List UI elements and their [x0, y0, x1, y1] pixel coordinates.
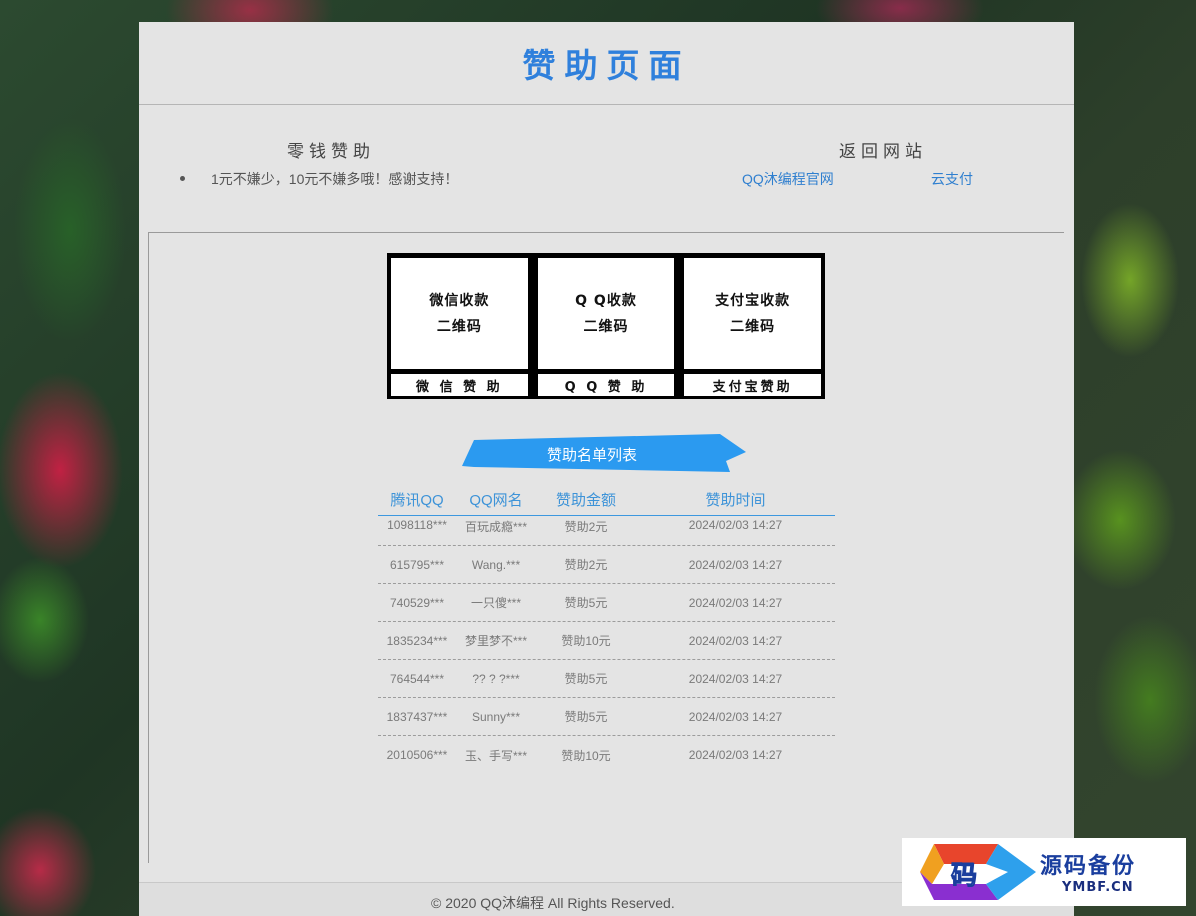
cell-nickname: 梦里梦不*** — [464, 634, 527, 648]
header-nickname: QQ网名 — [469, 491, 523, 509]
change-sponsor-title: 零钱赞助 — [287, 142, 375, 162]
qr-caption: 二维码 — [583, 318, 629, 335]
return-site-title: 返回网站 — [839, 142, 927, 162]
qr-caption: 微信收款 — [429, 292, 490, 309]
table-row: 1837437*** Sunny*** 赞助5元 2024/02/03 14:2… — [378, 698, 835, 736]
sponsor-page: 赞助页面 零钱赞助 1元不嫌少，10元不嫌多哦！感谢支持！ 返回网站 QQ沐编程… — [139, 22, 1074, 916]
qr-code-strip: 微信收款 二维码 微 信 赞 助 Q Q收款 二维码 Q Q 赞 助 支付宝收款… — [387, 253, 825, 399]
cell-time: 2024/02/03 14:27 — [688, 595, 783, 610]
cell-qq: 764544*** — [389, 671, 445, 686]
qq-qr-code: Q Q收款 二维码 — [537, 258, 675, 369]
cell-nickname: Wang.*** — [471, 557, 521, 572]
alipay-qr-card: 支付宝收款 二维码 支付宝赞助 — [684, 258, 822, 399]
logo-char: 码 — [951, 861, 977, 891]
table-row: 1098118*** 百玩成瘾*** 赞助2元 2024/02/03 14:27 — [378, 516, 835, 546]
table-row: 1835234*** 梦里梦不*** 赞助10元 2024/02/03 14:2… — [378, 622, 835, 660]
sponsor-table: 腾讯QQ QQ网名 赞助金额 赞助时间 1098118*** 百玩成瘾*** 赞… — [378, 483, 835, 774]
bullet-icon — [180, 176, 185, 181]
alipay-qr-code: 支付宝收款 二维码 — [684, 258, 822, 369]
cell-amount: 赞助2元 — [564, 520, 608, 534]
cell-amount: 赞助10元 — [561, 748, 611, 763]
cell-qq: 740529*** — [389, 595, 445, 610]
watermark-subtitle: YMBF.CN — [1062, 880, 1134, 895]
cell-amount: 赞助5元 — [564, 672, 608, 686]
qr-caption: 支付宝收款 — [715, 292, 791, 309]
qr-caption: 二维码 — [436, 318, 482, 335]
qq-sponsor-label: Q Q 赞 助 — [537, 374, 675, 396]
cell-qq: 1837437*** — [386, 709, 448, 724]
watermark-title: 源码备份 — [1040, 853, 1137, 879]
cell-amount: 赞助2元 — [564, 558, 608, 572]
alipay-sponsor-label: 支付宝赞助 — [684, 374, 822, 396]
table-row: 2010506*** 玉、手写*** 赞助10元 2024/02/03 14:2… — [378, 736, 835, 774]
cell-qq: 615795*** — [389, 557, 445, 572]
cell-qq: 1098118*** — [387, 518, 447, 532]
watermark-badge: 码 源码备份 YMBF.CN — [902, 838, 1186, 906]
info-section: 零钱赞助 1元不嫌少，10元不嫌多哦！感谢支持！ 返回网站 QQ沐编程官网 云支… — [139, 105, 1074, 232]
page-title: 赞助页面 — [522, 46, 691, 85]
cell-qq: 2010506*** — [386, 748, 448, 762]
cell-qq: 1835234*** — [386, 633, 448, 648]
wechat-sponsor-label: 微 信 赞 助 — [391, 374, 528, 396]
sponsor-panel: 微信收款 二维码 微 信 赞 助 Q Q收款 二维码 Q Q 赞 助 支付宝收款… — [148, 232, 1064, 863]
cell-time: 2024/02/03 14:27 — [688, 557, 783, 572]
qq-qr-card: Q Q收款 二维码 Q Q 赞 助 — [537, 258, 675, 399]
copyright-text: © 2020 QQ沐编程 All Rights Reserved. — [431, 895, 675, 911]
table-header: 腾讯QQ QQ网名 赞助金额 赞助时间 — [378, 483, 835, 516]
cell-time: 2024/02/03 14:27 — [688, 709, 783, 724]
qr-caption: 二维码 — [730, 318, 776, 335]
cell-nickname: ?? ? ?*** — [472, 671, 520, 686]
cell-time: 2024/02/03 14:27 — [688, 518, 783, 532]
wechat-qr-card: 微信收款 二维码 微 信 赞 助 — [391, 258, 528, 399]
table-body: 1098118*** 百玩成瘾*** 赞助2元 2024/02/03 14:27… — [378, 516, 835, 774]
sponsor-list-ribbon: 赞助名单列表 — [462, 434, 746, 474]
header-time: 赞助时间 — [705, 491, 766, 509]
official-site-link[interactable]: QQ沐编程官网 — [742, 169, 834, 189]
cell-amount: 赞助5元 — [564, 710, 608, 724]
wechat-qr-code: 微信收款 二维码 — [391, 258, 528, 369]
sponsor-list-title: 赞助名单列表 — [546, 447, 637, 464]
table-row: 740529*** 一只傻*** 赞助5元 2024/02/03 14:27 — [378, 584, 835, 622]
qr-caption: Q Q收款 — [575, 292, 637, 309]
cell-nickname: Sunny*** — [471, 709, 521, 724]
cell-amount: 赞助5元 — [564, 596, 608, 610]
cloud-pay-link[interactable]: 云支付 — [931, 169, 973, 189]
cell-nickname: 一只傻*** — [470, 596, 521, 610]
page-header: 赞助页面 — [139, 22, 1074, 105]
header-amount: 赞助金额 — [555, 491, 616, 509]
cell-amount: 赞助10元 — [561, 634, 611, 648]
sponsor-note: 1元不嫌少，10元不嫌多哦！感谢支持！ — [211, 171, 459, 187]
table-row: 615795*** Wang.*** 赞助2元 2024/02/03 14:27 — [378, 546, 835, 584]
cell-time: 2024/02/03 14:27 — [688, 748, 783, 762]
code-logo-icon: 码 — [920, 844, 1036, 900]
table-row: 764544*** ?? ? ?*** 赞助5元 2024/02/03 14:2… — [378, 660, 835, 698]
cell-nickname: 玉、手写*** — [464, 748, 527, 763]
header-qq: 腾讯QQ — [390, 491, 444, 509]
cell-time: 2024/02/03 14:27 — [688, 633, 783, 648]
cell-time: 2024/02/03 14:27 — [688, 671, 783, 686]
cell-nickname: 百玩成瘾*** — [464, 520, 527, 534]
